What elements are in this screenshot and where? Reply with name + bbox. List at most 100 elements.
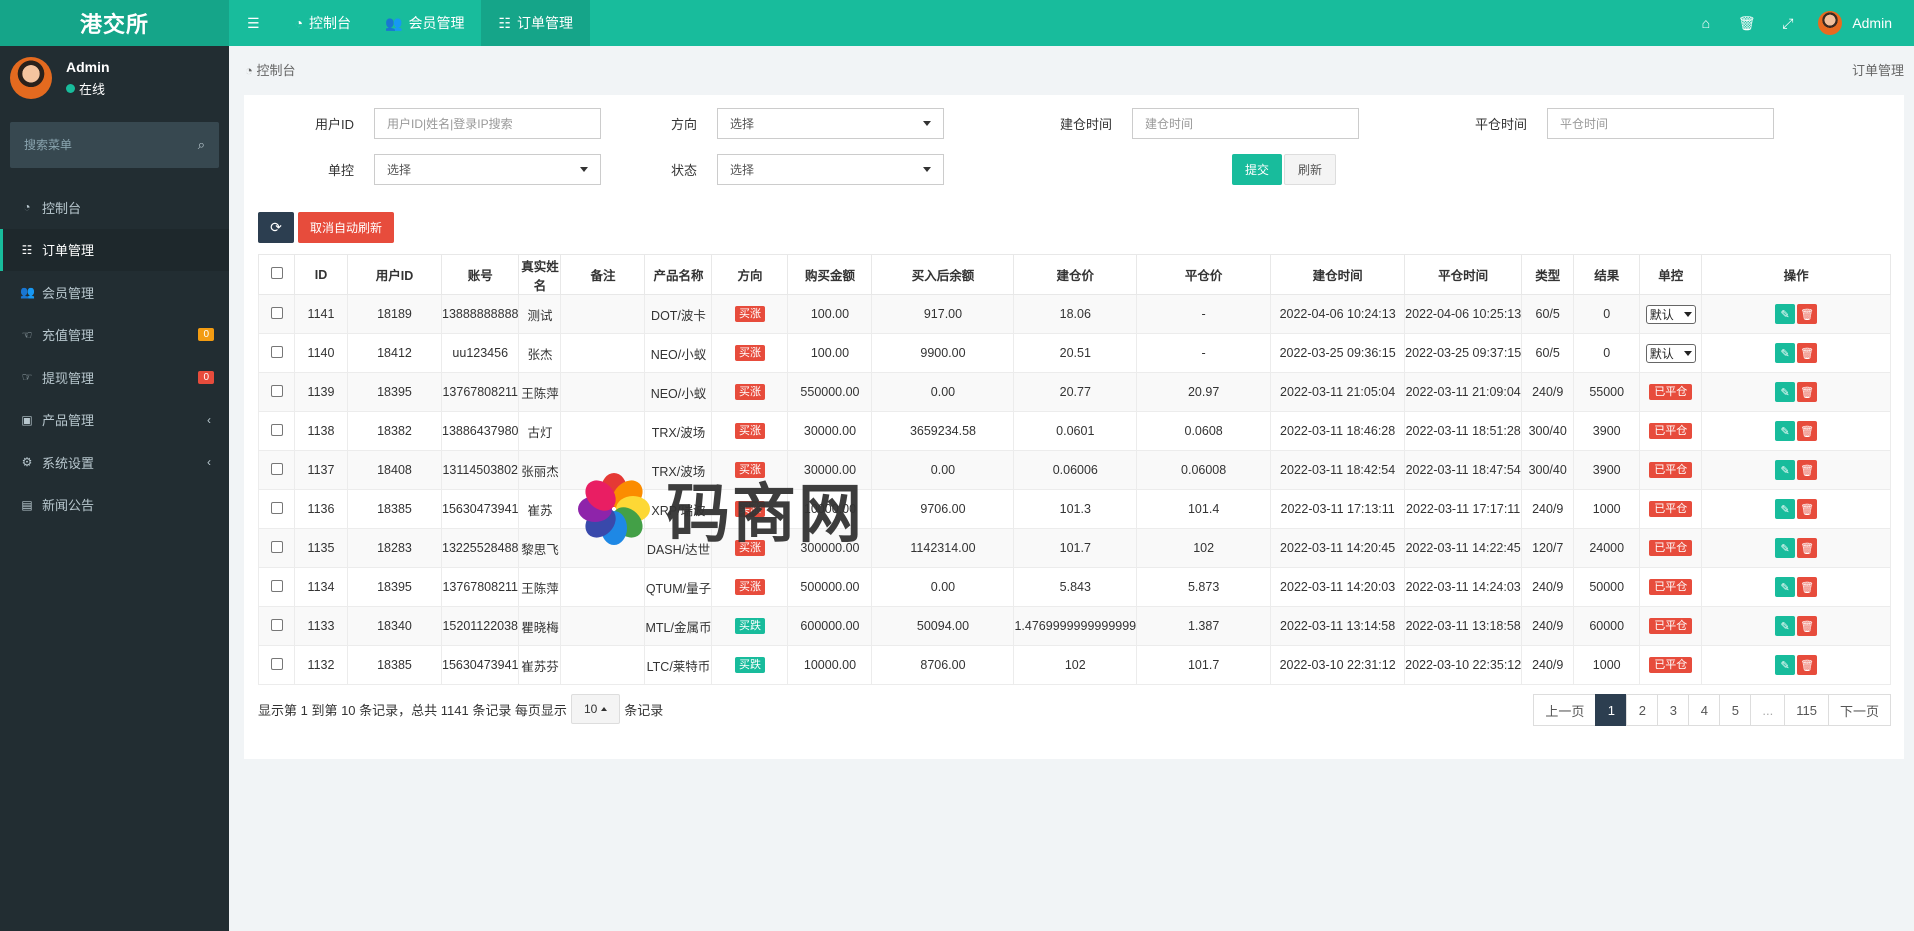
delete-icon[interactable]: 🗑 xyxy=(1797,499,1818,519)
column-header: 备注 xyxy=(560,254,646,295)
refresh-button[interactable]: ⟳ xyxy=(258,212,294,243)
delete-icon[interactable]: 🗑 xyxy=(1797,538,1818,558)
table-cell xyxy=(560,645,646,685)
row-checkbox[interactable] xyxy=(270,540,283,553)
user-status: 在线 xyxy=(66,79,110,98)
delete-icon[interactable]: 🗑 xyxy=(1797,577,1818,597)
delete-icon[interactable]: 🗑 xyxy=(1797,421,1818,441)
edit-icon[interactable]: ✎ xyxy=(1775,304,1796,324)
sidebar-item-products[interactable]: ▣ 产品管理 ‹ xyxy=(0,399,229,442)
table-cell: 100.00 xyxy=(787,333,873,373)
row-checkbox[interactable] xyxy=(270,345,283,358)
sidebar-search: ⌕ xyxy=(10,122,219,168)
table-cell: 18283 xyxy=(347,528,442,568)
breadcrumb-home[interactable]: ◔ 控制台 xyxy=(245,60,296,79)
control-select[interactable]: 默认 xyxy=(1645,343,1696,363)
top-nav-members[interactable]: 👥 会员管理 xyxy=(368,0,481,46)
top-user-menu[interactable]: Admin xyxy=(1818,11,1892,35)
delete-icon[interactable]: 🗑 xyxy=(1797,304,1818,324)
recharge-count-badge: 0 xyxy=(198,328,214,342)
edit-icon[interactable]: ✎ xyxy=(1775,499,1796,519)
row-select-cell xyxy=(258,528,295,568)
table-cell: QTUM/量子 xyxy=(644,567,713,607)
edit-icon[interactable]: ✎ xyxy=(1775,421,1796,441)
submit-button[interactable]: 提交 xyxy=(1232,154,1282,185)
control-select[interactable]: 选择 xyxy=(374,154,601,185)
direction-select[interactable]: 选择 xyxy=(717,108,944,139)
sidebar-item-recharge[interactable]: ☜ 充值管理 0 xyxy=(0,314,229,357)
sidebar-item-orders[interactable]: ☷ 订单管理 xyxy=(0,228,229,271)
sidebar-item-label: 新闻公告 xyxy=(42,498,95,514)
row-checkbox[interactable] xyxy=(270,306,283,319)
edit-icon[interactable]: ✎ xyxy=(1775,382,1796,402)
user-id-search-input[interactable]: 用户ID|姓名|登录IP搜索 xyxy=(374,108,601,139)
row-checkbox[interactable] xyxy=(270,618,283,631)
edit-icon[interactable]: ✎ xyxy=(1775,343,1796,363)
row-checkbox[interactable] xyxy=(270,501,283,514)
row-select-cell xyxy=(258,294,295,334)
row-checkbox[interactable] xyxy=(270,657,283,670)
sidebar-item-withdraw[interactable]: ☞ 提现管理 0 xyxy=(0,356,229,399)
top-nav-dashboard[interactable]: ◔ 控制台 xyxy=(278,0,368,46)
column-header: 方向 xyxy=(711,254,789,295)
table-cell: 1136 xyxy=(294,489,348,529)
table-cell: 18412 xyxy=(347,333,442,373)
edit-icon[interactable]: ✎ xyxy=(1775,577,1796,597)
table-cell: 2022-03-25 09:37:15 xyxy=(1404,333,1523,373)
control-cell: 已平仓 xyxy=(1639,528,1703,568)
closed-status-badge: 已平仓 xyxy=(1649,501,1693,517)
reset-button[interactable]: 刷新 xyxy=(1284,154,1336,185)
select-all-checkbox[interactable] xyxy=(270,267,283,279)
row-checkbox[interactable] xyxy=(270,423,283,436)
page-button[interactable]: 5 xyxy=(1719,694,1752,726)
edit-icon[interactable]: ✎ xyxy=(1775,655,1796,675)
page-button[interactable]: 3 xyxy=(1657,694,1690,726)
direction-badge: 买涨 xyxy=(734,462,765,478)
sidebar-item-members[interactable]: 👥 会员管理 xyxy=(0,271,229,314)
sidebar-search-input[interactable] xyxy=(24,138,174,152)
delete-icon[interactable]: 🗑 xyxy=(1797,382,1818,402)
row-checkbox[interactable] xyxy=(270,462,283,475)
delete-icon[interactable]: 🗑 xyxy=(1797,655,1818,675)
row-checkbox[interactable] xyxy=(270,579,283,592)
next-page-button[interactable]: 下一页 xyxy=(1827,694,1891,726)
sidebar-item-news[interactable]: ▤ 新闻公告 xyxy=(0,484,229,527)
sidebar-item-settings[interactable]: ⚙ 系统设置 ‹ xyxy=(0,441,229,484)
direction-badge: 买跌 xyxy=(734,657,765,673)
delete-icon[interactable]: 🗑 xyxy=(1797,343,1818,363)
fullscreen-icon[interactable]: ⤢ xyxy=(1767,15,1808,32)
open-time-input[interactable]: 建仓时间 xyxy=(1132,108,1359,139)
status-select[interactable]: 选择 xyxy=(717,154,944,185)
page-button[interactable]: 115 xyxy=(1784,694,1829,726)
row-checkbox[interactable] xyxy=(270,384,283,397)
edit-icon[interactable]: ✎ xyxy=(1775,616,1796,636)
trash-icon[interactable]: 🗑 xyxy=(1726,15,1767,32)
close-time-input[interactable]: 平仓时间 xyxy=(1547,108,1774,139)
page-button[interactable]: 1 xyxy=(1595,694,1628,726)
table-body: 1141 18189 13888888888 测试 DOT/波卡 买涨 100.00 917.… xyxy=(258,294,1891,685)
table-cell xyxy=(560,333,646,373)
table-cell: 0.06006 xyxy=(1013,450,1138,490)
table-cell: 1.387 xyxy=(1136,606,1272,646)
edit-icon[interactable]: ✎ xyxy=(1775,460,1796,480)
column-header: 单控 xyxy=(1639,254,1703,295)
delete-icon[interactable]: 🗑 xyxy=(1797,616,1818,636)
cancel-auto-refresh-button[interactable]: 取消自动刷新 xyxy=(298,212,395,243)
search-icon[interactable]: ⌕ xyxy=(198,137,205,153)
column-header: 真实姓名 xyxy=(518,254,562,295)
home-icon[interactable]: ⌂ xyxy=(1685,15,1726,31)
prev-page-button[interactable]: 上一页 xyxy=(1533,694,1597,726)
direction-badge: 买涨 xyxy=(734,306,765,322)
page-button[interactable]: 4 xyxy=(1688,694,1721,726)
sidebar-item-dashboard[interactable]: ◔ 控制台 xyxy=(0,186,229,229)
table-cell: 买跌 xyxy=(711,645,789,685)
app-logo[interactable]: 港交所 xyxy=(0,0,229,46)
delete-icon[interactable]: 🗑 xyxy=(1797,460,1818,480)
page-size-select[interactable]: 10 xyxy=(570,694,621,724)
top-nav-orders[interactable]: ☷ 订单管理 xyxy=(481,0,591,46)
page-button[interactable]: 2 xyxy=(1626,694,1659,726)
edit-icon[interactable]: ✎ xyxy=(1775,538,1796,558)
sidebar-toggle-button[interactable]: ☰ xyxy=(229,0,278,46)
table-cell: 300000.00 xyxy=(787,528,873,568)
control-select[interactable]: 默认 xyxy=(1645,304,1696,324)
